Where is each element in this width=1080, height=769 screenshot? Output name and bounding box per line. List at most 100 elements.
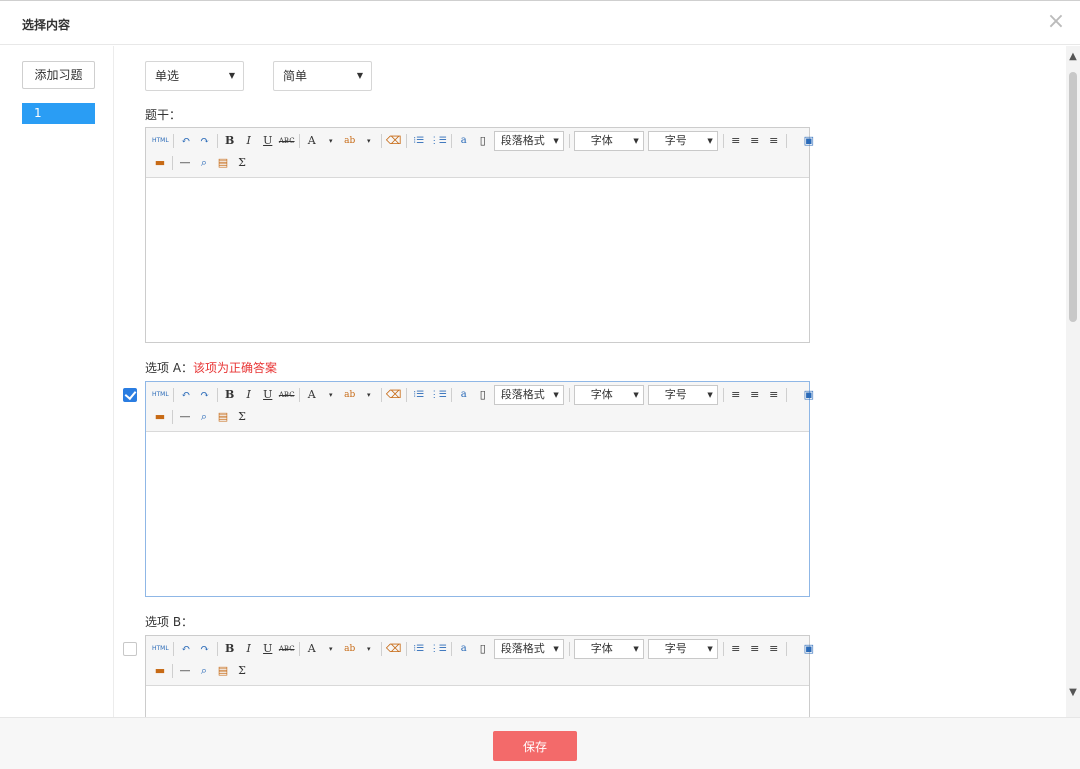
align-center-icon[interactable]: ≡ [747, 386, 763, 404]
save-button[interactable]: 保存 [493, 731, 577, 761]
close-icon[interactable]: × [1044, 9, 1068, 35]
font-color-dropdown-icon[interactable]: ▾ [323, 386, 339, 404]
font-family-select[interactable]: 字体 ▼ [573, 131, 644, 151]
html-source-button[interactable]: HTML [152, 386, 169, 404]
redo-icon[interactable]: ↷ [197, 386, 213, 404]
highlight-dropdown-icon[interactable]: ▾ [361, 132, 377, 150]
align-center-icon[interactable]: ≡ [747, 640, 763, 658]
font-color-dropdown-icon[interactable]: ▾ [323, 132, 339, 150]
option-a-content-area[interactable] [146, 432, 809, 596]
eraser-icon[interactable]: ⌫ [386, 386, 402, 404]
horizontal-rule-icon[interactable]: — [177, 408, 193, 426]
stem-content-area[interactable] [146, 178, 809, 342]
highlight-color-icon[interactable]: ab [342, 386, 358, 404]
undo-icon[interactable]: ↶ [178, 640, 194, 658]
bold-icon[interactable]: B [222, 640, 238, 658]
formula-icon[interactable]: Σ [234, 662, 250, 680]
horizontal-rule-icon[interactable]: — [177, 154, 193, 172]
page-break-icon[interactable]: ▯ [475, 386, 491, 404]
align-center-icon[interactable]: ≡ [747, 132, 763, 150]
option-b-correct-checkbox[interactable] [123, 642, 137, 656]
align-right-icon[interactable]: ≡ [766, 386, 782, 404]
anchor-icon[interactable]: a [456, 386, 472, 404]
underline-icon[interactable]: U [260, 132, 276, 150]
highlight-dropdown-icon[interactable]: ▾ [361, 386, 377, 404]
strikethrough-icon[interactable]: ABC [279, 132, 295, 150]
underline-icon[interactable]: U [260, 640, 276, 658]
undo-icon[interactable]: ↶ [178, 132, 194, 150]
option-b-content-area[interactable] [146, 686, 809, 717]
align-right-icon[interactable]: ≡ [766, 640, 782, 658]
font-family-select[interactable]: 字体 ▼ [573, 639, 644, 659]
ordered-list-icon[interactable]: ⁝☰ [411, 132, 427, 150]
paste-icon[interactable]: ▤ [215, 154, 231, 172]
underline-icon[interactable]: U [260, 386, 276, 404]
align-left-icon[interactable]: ≡ [728, 386, 744, 404]
anchor-icon[interactable]: a [456, 132, 472, 150]
search-replace-icon[interactable]: ⌕ [196, 408, 212, 426]
highlight-color-icon[interactable]: ab [342, 640, 358, 658]
unordered-list-icon[interactable]: ⋮☰ [430, 132, 447, 150]
horizontal-rule-icon[interactable]: — [177, 662, 193, 680]
eraser-icon[interactable]: ⌫ [386, 132, 402, 150]
strikethrough-icon[interactable]: ABC [279, 386, 295, 404]
page-break-icon[interactable]: ▯ [475, 640, 491, 658]
anchor-icon[interactable]: a [456, 640, 472, 658]
font-size-select[interactable]: 字号 ▼ [647, 131, 718, 151]
font-color-icon[interactable]: A [304, 386, 320, 404]
font-color-icon[interactable]: A [304, 640, 320, 658]
preview-icon[interactable]: ▣ [801, 386, 817, 404]
add-question-button[interactable]: 添加习题 [22, 61, 95, 89]
scrollbar-thumb[interactable] [1069, 72, 1077, 322]
vertical-scrollbar[interactable]: ▲ ▼ [1066, 46, 1080, 717]
option-a-correct-checkbox[interactable] [123, 388, 137, 402]
formula-icon[interactable]: Σ [234, 154, 250, 172]
preview-icon[interactable]: ▣ [801, 640, 817, 658]
align-right-icon[interactable]: ≡ [766, 132, 782, 150]
html-source-button[interactable]: HTML [152, 132, 169, 150]
page-break-icon[interactable]: ▯ [475, 132, 491, 150]
image-icon[interactable]: ▬ [152, 408, 168, 426]
unordered-list-icon[interactable]: ⋮☰ [430, 386, 447, 404]
bold-icon[interactable]: B [222, 386, 238, 404]
italic-icon[interactable]: I [241, 640, 257, 658]
paste-icon[interactable]: ▤ [215, 662, 231, 680]
align-left-icon[interactable]: ≡ [728, 132, 744, 150]
paragraph-format-select[interactable]: 段落格式 ▼ [493, 385, 564, 405]
redo-icon[interactable]: ↷ [197, 132, 213, 150]
scroll-down-icon[interactable]: ▼ [1066, 686, 1080, 700]
search-replace-icon[interactable]: ⌕ [196, 154, 212, 172]
font-color-icon[interactable]: A [304, 132, 320, 150]
scroll-up-icon[interactable]: ▲ [1066, 50, 1080, 64]
redo-icon[interactable]: ↷ [197, 640, 213, 658]
eraser-icon[interactable]: ⌫ [386, 640, 402, 658]
font-color-dropdown-icon[interactable]: ▾ [323, 640, 339, 658]
toolbar-row-1: HTML ↶ ↷ B I U ABC A ▾ ab ▾ ⌫ ⁝☰ ⋮☰ a ▯ … [152, 385, 820, 405]
paragraph-format-select[interactable]: 段落格式 ▼ [493, 639, 564, 659]
align-left-icon[interactable]: ≡ [728, 640, 744, 658]
question-item-1[interactable]: 1 [22, 103, 95, 124]
undo-icon[interactable]: ↶ [178, 386, 194, 404]
ordered-list-icon[interactable]: ⁝☰ [411, 640, 427, 658]
italic-icon[interactable]: I [241, 386, 257, 404]
question-type-select[interactable]: 单选 ▼ [145, 61, 244, 91]
italic-icon[interactable]: I [241, 132, 257, 150]
image-icon[interactable]: ▬ [152, 154, 168, 172]
font-size-select[interactable]: 字号 ▼ [647, 639, 718, 659]
strikethrough-icon[interactable]: ABC [279, 640, 295, 658]
search-replace-icon[interactable]: ⌕ [196, 662, 212, 680]
highlight-dropdown-icon[interactable]: ▾ [361, 640, 377, 658]
html-source-button[interactable]: HTML [152, 640, 169, 658]
highlight-color-icon[interactable]: ab [342, 132, 358, 150]
font-size-select[interactable]: 字号 ▼ [647, 385, 718, 405]
unordered-list-icon[interactable]: ⋮☰ [430, 640, 447, 658]
preview-icon[interactable]: ▣ [801, 132, 817, 150]
paragraph-format-select[interactable]: 段落格式 ▼ [493, 131, 564, 151]
image-icon[interactable]: ▬ [152, 662, 168, 680]
ordered-list-icon[interactable]: ⁝☰ [411, 386, 427, 404]
formula-icon[interactable]: Σ [234, 408, 250, 426]
bold-icon[interactable]: B [222, 132, 238, 150]
difficulty-select[interactable]: 简单 ▼ [273, 61, 372, 91]
font-family-select[interactable]: 字体 ▼ [573, 385, 644, 405]
paste-icon[interactable]: ▤ [215, 408, 231, 426]
